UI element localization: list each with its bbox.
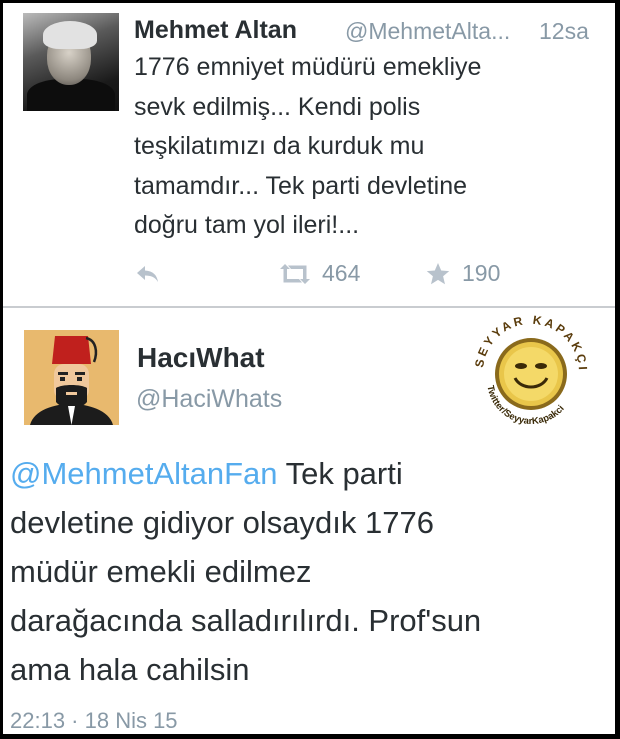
tweet-text-fragment: Tek parti [277,456,403,491]
avatar-hair [43,21,97,49]
retweet-count: 464 [322,260,361,286]
tweet-text-line: devletine gidiyor olsaydık 1776 [10,505,434,540]
star-icon[interactable] [425,261,451,287]
tweet-text-line: doğru tam yol ileri!... [134,211,360,239]
tweet-timestamp[interactable]: 22:13 · 18 Nis 15 [10,708,178,734]
tweet-text-line: darağacında salladırılırdı. Prof'sun [10,603,482,638]
tweet-actions: 464 190 [134,259,604,289]
author-name[interactable]: Mehmet Altan [134,16,297,45]
tweet-haciwhat[interactable]: HacıWhat @HaciWhats SEYYAR KAPAKÇI Twitt… [3,308,615,734]
author-name[interactable]: HacıWhat [137,342,265,374]
tweet-text-line: tamamdır... Tek parti devletine [134,171,468,200]
author-handle[interactable]: @MehmetAlta... [345,18,510,45]
tweet-text-line: ama hala cahilsin [10,652,250,687]
tweet-text-line: müdür emekli edilmez [10,554,312,589]
avatar[interactable] [24,330,119,425]
mention-link[interactable]: @MehmetAltanFan [10,456,278,491]
author-handle[interactable]: @HaciWhats [136,385,282,414]
tweet-text-line: teşkilatımızı da kurduk mu [134,132,425,160]
avatar[interactable] [23,13,119,111]
tweet-text: 1776 emniyet müdürü emekliye sevk edilmi… [134,48,604,246]
screenshot-frame: Mehmet Altan @MehmetAlta... 12sa 1776 em… [3,3,615,734]
tweet-text: @MehmetAltanFan Tek parti devletine gidi… [10,449,610,694]
tweet-text-line: sevk edilmiş... Kendi polis [134,92,421,121]
favorite-count: 190 [462,260,501,286]
tweet-mehmet-altan[interactable]: Mehmet Altan @MehmetAlta... 12sa 1776 em… [3,3,615,306]
seyyar-kapakci-watermark-logo: SEYYAR KAPAKÇI Twitter/SeyyarKapakci [472,313,587,427]
tweet-text-line: @MehmetAltanFan Tek parti [10,449,610,498]
tweet-time[interactable]: 12sa [539,18,589,45]
tweet-text-line: 1776 emniyet müdürü emekliye [134,53,482,81]
reply-icon[interactable] [134,261,162,287]
retweet-icon[interactable] [277,261,313,287]
